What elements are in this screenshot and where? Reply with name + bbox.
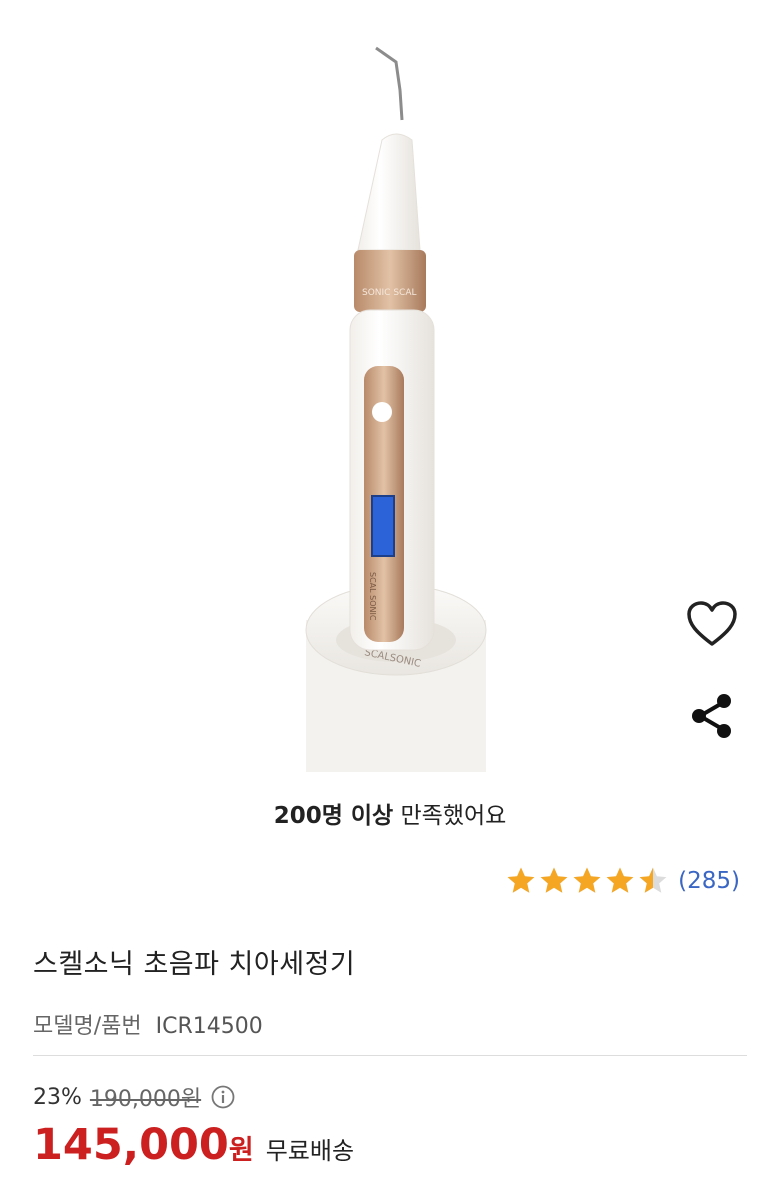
satisfaction-count: 200명 이상 bbox=[273, 803, 394, 829]
star-icon bbox=[606, 867, 634, 893]
star-icon bbox=[639, 867, 667, 893]
product-title: 스켈소닉 초음파 치아세정기 bbox=[33, 949, 356, 980]
share-button[interactable] bbox=[684, 688, 740, 744]
discount-rate: 23% bbox=[33, 1084, 82, 1110]
price-row: 145,000 원 무료배송 bbox=[33, 1120, 354, 1170]
star-icon bbox=[507, 867, 535, 893]
model-label: 모델명/품번 bbox=[33, 1014, 142, 1039]
model-info: 모델명/품번 ICR14500 bbox=[33, 1008, 263, 1040]
rating-stars bbox=[506, 866, 668, 896]
shipping-label: 무료배송 bbox=[265, 1137, 355, 1165]
rating[interactable]: (285) bbox=[506, 866, 740, 896]
satisfaction-text: 200명 이상 만족했어요 bbox=[0, 796, 780, 830]
svg-text:SONIC SCAL: SONIC SCAL bbox=[362, 288, 417, 298]
share-icon bbox=[690, 692, 734, 740]
model-value: ICR14500 bbox=[155, 1014, 263, 1039]
product-image: SCALSONIC SONIC SCAL SCAL SONIC bbox=[304, 40, 488, 772]
svg-text:SCAL SONIC: SCAL SONIC bbox=[368, 572, 377, 621]
original-price: 190,000원 bbox=[89, 1087, 202, 1112]
currency-label: 원 bbox=[228, 1135, 254, 1166]
discount-row: 23% 190,000원 bbox=[33, 1081, 235, 1113]
sale-price: 145,000 bbox=[33, 1120, 229, 1170]
satisfaction-label: 만족했어요 bbox=[393, 803, 507, 829]
heart-outline-icon bbox=[686, 600, 738, 648]
wishlist-button[interactable] bbox=[684, 596, 740, 652]
divider bbox=[33, 1055, 747, 1056]
info-circle-icon[interactable] bbox=[211, 1085, 235, 1109]
review-count[interactable]: (285) bbox=[678, 868, 740, 894]
star-icon bbox=[573, 867, 601, 893]
star-icon bbox=[540, 867, 568, 893]
